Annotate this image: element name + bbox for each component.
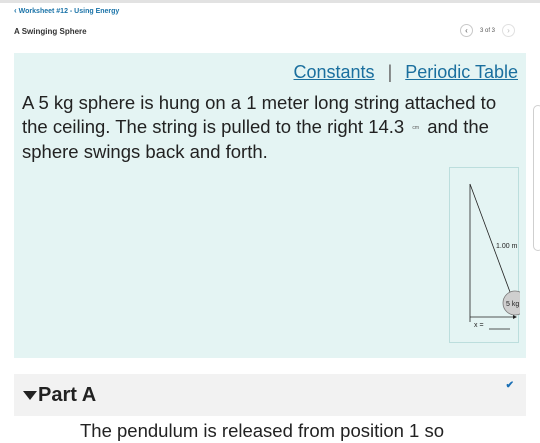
pager: ‹ 3 of 3 › [460, 24, 516, 37]
mass-label: 5 kg [506, 301, 519, 308]
chevron-left-icon: ‹ [465, 26, 468, 35]
arrow-head [513, 315, 517, 319]
problem-statement: A 5 kg sphere is hung on a 1 meter long … [22, 91, 512, 164]
back-link-label: Worksheet #12 - Using Energy [18, 7, 120, 15]
side-panel-handle[interactable] [533, 105, 540, 251]
problem-panel: Constants | Periodic Table A 5 kg sphere… [14, 53, 526, 358]
constants-link[interactable]: Constants [294, 62, 375, 83]
distance-unit: cm [412, 125, 420, 132]
next-page-button[interactable]: › [502, 24, 516, 37]
page-count: 3 of 3 [480, 27, 496, 34]
chevron-left-icon: ‹ [14, 6, 17, 15]
statement-text: A 5 kg sphere is hung on a 1 meter long … [22, 92, 497, 137]
triangle-down-icon [23, 391, 37, 400]
page-title: A Swinging Sphere [14, 27, 87, 36]
pendulum-diagram: 1.00 m 5 kg x = [469, 183, 520, 330]
pendulum-figure: 1.00 m 5 kg x = [449, 167, 520, 343]
x-label: x = [474, 322, 484, 329]
checkmark-icon: ✔ [505, 380, 514, 391]
previous-page-button[interactable]: ‹ [460, 24, 473, 37]
link-separator: | [387, 62, 393, 82]
chevron-right-icon: › [507, 26, 510, 35]
part-a-label: Part A [38, 384, 97, 406]
pendulum-string [469, 183, 511, 293]
length-label: 1.00 m [496, 243, 518, 250]
top-border [0, 0, 540, 3]
periodic-table-link[interactable]: Periodic Table [405, 62, 518, 83]
resource-links: Constants | Periodic Table [294, 62, 518, 83]
part-a-question-text: The pendulum is released from position 1… [80, 420, 445, 441]
part-a-header[interactable]: Part A ✔ [14, 374, 526, 416]
back-link-worksheet[interactable]: ‹ Worksheet #12 - Using Energy [14, 7, 119, 15]
